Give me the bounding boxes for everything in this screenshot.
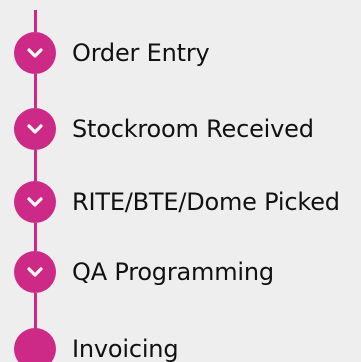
connector-line [34, 74, 37, 108]
chevron-down-icon [27, 267, 43, 277]
step-complete-marker [14, 181, 56, 223]
connector-line [34, 293, 37, 330]
step-order-entry: Order Entry [14, 32, 210, 74]
connector-line [34, 223, 37, 251]
connector-line [34, 10, 37, 32]
step-label: Invoicing [72, 335, 179, 362]
step-complete-marker [14, 32, 56, 74]
connector-line [34, 150, 37, 181]
step-current-marker [14, 328, 56, 362]
step-invoicing: Invoicing [14, 328, 179, 362]
step-qa-programming: QA Programming [14, 251, 274, 293]
chevron-down-icon [27, 124, 43, 134]
step-complete-marker [14, 108, 56, 150]
step-stockroom-received: Stockroom Received [14, 108, 314, 150]
step-label: Stockroom Received [72, 115, 314, 143]
order-status-tracker: Order Entry Stockroom Received RITE/BTE/… [0, 0, 361, 362]
step-complete-marker [14, 251, 56, 293]
step-label: RITE/BTE/Dome Picked [72, 188, 340, 216]
step-label: QA Programming [72, 258, 274, 286]
step-label: Order Entry [72, 39, 210, 67]
chevron-down-icon [27, 48, 43, 58]
step-rite-bte-dome-picked: RITE/BTE/Dome Picked [14, 181, 340, 223]
chevron-down-icon [27, 197, 43, 207]
